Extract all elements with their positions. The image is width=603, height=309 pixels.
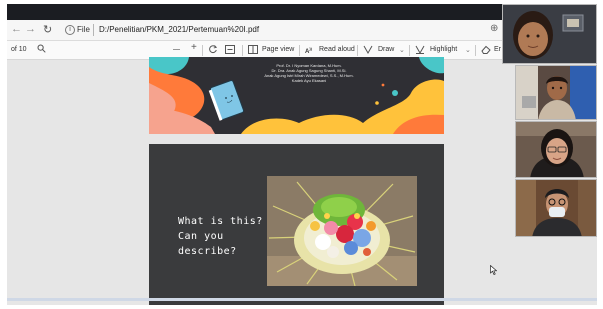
- read-aloud-icon[interactable]: A)): [305, 46, 312, 55]
- question-line: describe?: [178, 246, 237, 257]
- slide-credits: Prof. Dr. I Nyoman Kardana, M.Hum. Dr. D…: [239, 63, 379, 83]
- screen-share: ← → ↻ i File D:/Penelitian/PKM_2021/Pert…: [7, 4, 597, 305]
- zoom-out-button[interactable]: —: [173, 46, 180, 53]
- book-illustration: [208, 79, 245, 121]
- back-icon[interactable]: ←: [11, 23, 22, 35]
- taskbar-strip: [7, 298, 597, 301]
- mouse-pointer-icon: [490, 264, 498, 277]
- highlight-icon[interactable]: [415, 45, 425, 57]
- divider: [93, 24, 94, 36]
- divider: [475, 45, 476, 56]
- pdf-viewport[interactable]: Prof. Dr. I Nyoman Kardana, M.Hum. Dr. D…: [7, 57, 597, 305]
- offering-photo: [267, 176, 417, 286]
- divider: [242, 45, 243, 56]
- chevron-down-icon[interactable]: ⌄: [465, 46, 471, 54]
- participant-video-4[interactable]: [515, 179, 597, 237]
- question-line: What is this?: [178, 216, 263, 227]
- erase-button[interactable]: Er: [494, 46, 501, 53]
- divider: [202, 45, 203, 56]
- question-line: Can you: [178, 231, 224, 242]
- slide-question: What is this? Can you describe?: [149, 144, 444, 305]
- rotate-icon[interactable]: [208, 44, 218, 57]
- fit-page-icon[interactable]: [225, 45, 235, 57]
- slide-question-text: What is this? Can you describe?: [178, 214, 263, 259]
- page-view-icon[interactable]: [248, 45, 258, 57]
- forward-icon[interactable]: →: [25, 23, 36, 35]
- url-field[interactable]: D:/Penelitian/PKM_2021/Pertemuan%20I.pdf: [99, 25, 259, 34]
- page-view-button[interactable]: Page view: [262, 46, 294, 53]
- highlight-button[interactable]: Highlight: [430, 46, 457, 53]
- read-aloud-button[interactable]: Read aloud: [319, 46, 355, 53]
- eraser-icon[interactable]: [481, 45, 491, 57]
- credit-line: Kadek Ayu Ekasani: [291, 78, 327, 83]
- reload-icon[interactable]: ↻: [43, 23, 52, 36]
- zoom-icon[interactable]: ⊕: [490, 23, 498, 34]
- draw-icon[interactable]: [363, 45, 373, 57]
- zoom-in-button[interactable]: +: [191, 42, 197, 53]
- participant-video-1[interactable]: [502, 4, 597, 64]
- divider: [357, 45, 358, 56]
- page-count-label: of 10: [11, 46, 27, 53]
- draw-button[interactable]: Draw: [378, 46, 394, 53]
- info-icon[interactable]: i: [65, 25, 75, 35]
- search-icon[interactable]: [37, 44, 46, 56]
- participant-video-3[interactable]: [515, 121, 597, 178]
- slide-title-page: Prof. Dr. I Nyoman Kardana, M.Hum. Dr. D…: [149, 57, 444, 134]
- divider: [299, 45, 300, 56]
- divider: [409, 45, 410, 56]
- file-label: File: [77, 25, 90, 34]
- participant-video-2[interactable]: [515, 65, 597, 120]
- chevron-down-icon[interactable]: ⌄: [399, 46, 405, 54]
